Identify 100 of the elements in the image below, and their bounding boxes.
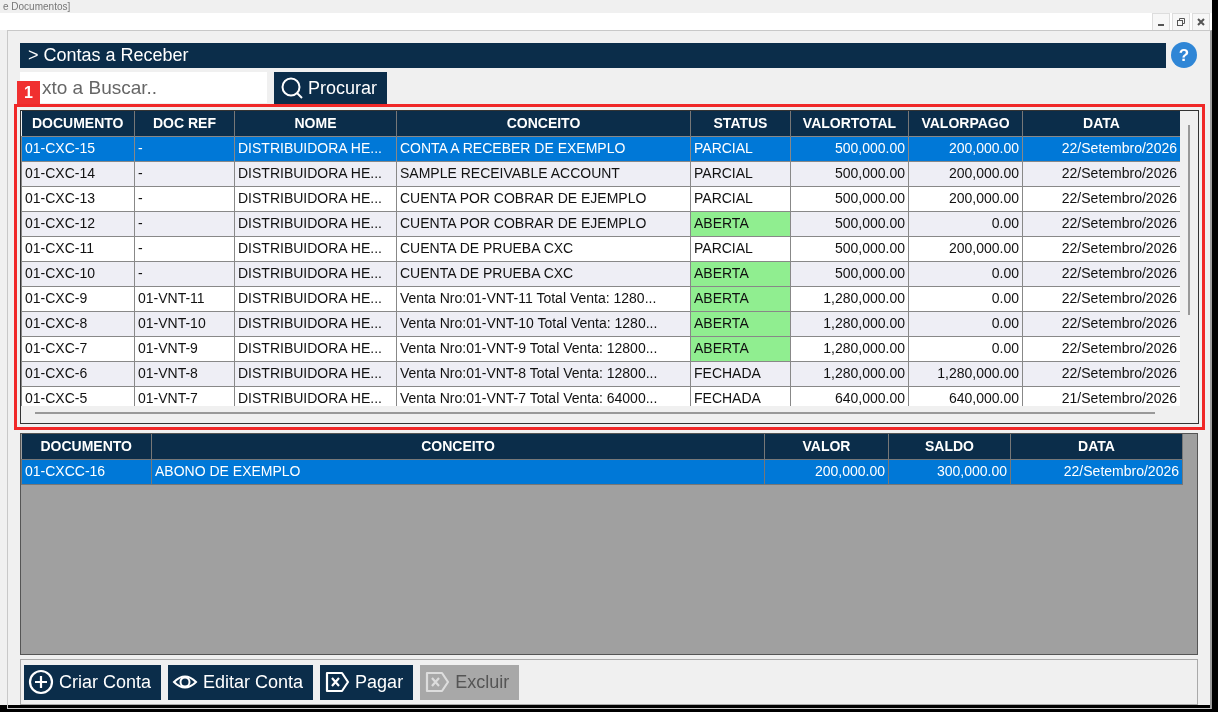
table-cell: 500,000.00 xyxy=(790,186,909,211)
action-button[interactable]: Criar Conta xyxy=(24,664,162,700)
table-cell: Venta Nro:01-VNT-8 Total Venta: 12800... xyxy=(396,361,691,386)
restore-icon xyxy=(1176,17,1186,27)
table-cell: 01-CXC-7 xyxy=(21,336,135,361)
table-cell: - xyxy=(134,136,235,161)
table-cell: DISTRIBUIDORA HE... xyxy=(234,361,397,386)
table-cell: 500,000.00 xyxy=(790,236,909,261)
table-cell: 1,280,000.00 xyxy=(790,311,909,336)
table-cell: DISTRIBUIDORA HE... xyxy=(234,336,397,361)
close-button[interactable] xyxy=(1192,13,1210,31)
table-cell: ABERTA xyxy=(690,336,791,361)
action-button[interactable]: Editar Conta xyxy=(168,664,314,700)
table-cell: 01-CXC-12 xyxy=(21,211,135,236)
table-cell: 22/Setembro/2026 xyxy=(1022,161,1180,186)
column-header[interactable]: CONCEITO xyxy=(151,434,765,459)
table-cell: 01-VNT-9 xyxy=(134,336,235,361)
table-cell: 22/Setembro/2026 xyxy=(1022,286,1180,311)
table-cell: 01-CXC-11 xyxy=(21,236,135,261)
table-cell: - xyxy=(134,186,235,211)
table-cell: 300,000.00 xyxy=(888,459,1011,484)
table-cell: 01-CXC-13 xyxy=(21,186,135,211)
table-cell: CONTA A RECEBER DE EXEMPLO xyxy=(396,136,691,161)
table-cell: 0.00 xyxy=(908,286,1023,311)
panel-title: > Contas a Receber xyxy=(20,42,1166,68)
table-cell: DISTRIBUIDORA HE... xyxy=(234,236,397,261)
table-cell: 01-CXC-10 xyxy=(21,261,135,286)
table-cell: 01-CXC-9 xyxy=(21,286,135,311)
table-cell: ABERTA xyxy=(690,311,791,336)
table-cell: 22/Setembro/2026 xyxy=(1022,211,1180,236)
table-cell: DISTRIBUIDORA HE... xyxy=(234,161,397,186)
table-cell: 1,280,000.00 xyxy=(790,336,909,361)
column-header[interactable]: DATA xyxy=(1022,111,1180,136)
table-cell: SAMPLE RECEIVABLE ACCOUNT xyxy=(396,161,691,186)
table-cell: 1,280,000.00 xyxy=(790,361,909,386)
column-header[interactable]: CONCEITO xyxy=(396,111,691,136)
window-title: e Documentos] xyxy=(3,0,71,13)
table-cell: - xyxy=(134,261,235,286)
table-cell: 01-CXC-15 xyxy=(21,136,135,161)
table-cell: PARCIAL xyxy=(690,186,791,211)
table-cell: CUENTA POR COBRAR DE EJEMPLO xyxy=(396,186,691,211)
table-cell: 01-CXC-5 xyxy=(21,386,135,406)
table-cell: ABERTA xyxy=(690,211,791,236)
column-header[interactable]: DOC REF xyxy=(134,111,235,136)
table-cell: 500,000.00 xyxy=(790,261,909,286)
tag-x-icon xyxy=(424,669,451,695)
search-icon xyxy=(280,76,304,100)
tag-x-icon xyxy=(324,669,351,695)
table-cell: Venta Nro:01-VNT-11 Total Venta: 1280... xyxy=(396,286,691,311)
table-cell: 500,000.00 xyxy=(790,136,909,161)
column-header[interactable]: STATUS xyxy=(690,111,791,136)
table-cell: 01-CXC-14 xyxy=(21,161,135,186)
table-cell: 01-CXCC-16 xyxy=(21,459,152,484)
table-cell: DISTRIBUIDORA HE... xyxy=(234,136,397,161)
column-header[interactable]: DOCUMENTO xyxy=(21,434,152,459)
minimize-icon xyxy=(1158,24,1164,26)
table-cell: CUENTA DE PRUEBA CXC xyxy=(396,236,691,261)
search-button[interactable]: Procurar xyxy=(274,72,388,104)
table-cell: 500,000.00 xyxy=(790,211,909,236)
minimize-button[interactable] xyxy=(1152,13,1170,31)
column-header[interactable]: DOCUMENTO xyxy=(21,111,135,136)
plus-circle-icon xyxy=(28,669,54,695)
column-header[interactable]: VALORPAGO xyxy=(908,111,1023,136)
table-cell: 200,000.00 xyxy=(908,161,1023,186)
table-cell: 01-CXC-8 xyxy=(21,311,135,336)
table-cell: 22/Setembro/2026 xyxy=(1022,261,1180,286)
table-cell: DISTRIBUIDORA HE... xyxy=(234,311,397,336)
table-cell: 0.00 xyxy=(908,336,1023,361)
table-cell: DISTRIBUIDORA HE... xyxy=(234,261,397,286)
table-cell: 22/Setembro/2026 xyxy=(1022,361,1180,386)
table-cell: - xyxy=(134,161,235,186)
table-cell: 200,000.00 xyxy=(908,136,1023,161)
restore-button[interactable] xyxy=(1172,13,1190,31)
table-cell: PARCIAL xyxy=(690,161,791,186)
column-header[interactable]: VALORTOTAL xyxy=(790,111,909,136)
table-cell: 0.00 xyxy=(908,261,1023,286)
table-cell: - xyxy=(134,236,235,261)
table-cell: FECHADA xyxy=(690,361,791,386)
table-cell: 22/Setembro/2026 xyxy=(1022,336,1180,361)
table-cell: ABERTA xyxy=(690,261,791,286)
table-cell: ABONO DE EXEMPLO xyxy=(151,459,765,484)
column-header[interactable]: DATA xyxy=(1010,434,1183,459)
table-cell: PARCIAL xyxy=(690,136,791,161)
action-button[interactable]: Pagar xyxy=(320,664,414,700)
table-cell: 500,000.00 xyxy=(790,161,909,186)
table-cell: 01-CXC-6 xyxy=(21,361,135,386)
column-header[interactable]: SALDO xyxy=(888,434,1011,459)
column-header[interactable]: VALOR xyxy=(764,434,889,459)
help-icon[interactable]: ? xyxy=(1170,41,1198,69)
table-cell: Venta Nro:01-VNT-9 Total Venta: 12800... xyxy=(396,336,691,361)
table-cell: Venta Nro:01-VNT-10 Total Venta: 1280... xyxy=(396,311,691,336)
table-cell: 22/Setembro/2026 xyxy=(1022,311,1180,336)
column-header[interactable]: NOME xyxy=(234,111,397,136)
table-cell: 01-VNT-11 xyxy=(134,286,235,311)
table-cell: 01-VNT-10 xyxy=(134,311,235,336)
table-cell: DISTRIBUIDORA HE... xyxy=(234,211,397,236)
table-cell: 0.00 xyxy=(908,311,1023,336)
table-cell: 22/Setembro/2026 xyxy=(1022,186,1180,211)
table-cell: ABERTA xyxy=(690,286,791,311)
annotation-label: 1 xyxy=(17,81,40,104)
